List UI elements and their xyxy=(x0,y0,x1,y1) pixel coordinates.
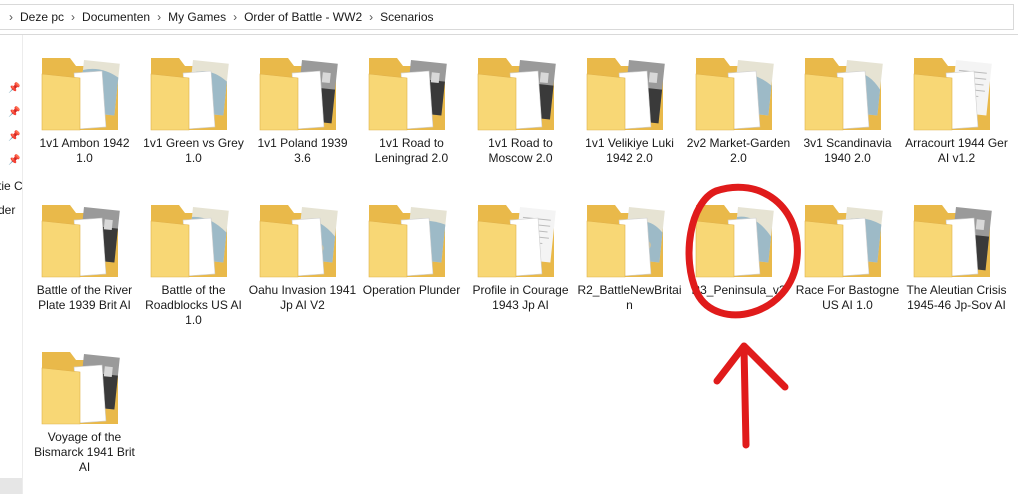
folder-label: The Aleutian Crisis 1945-46 Jp-Sov AI xyxy=(906,283,1007,312)
breadcrumb[interactable]: › Deze pc › Documenten › My Games › Order of Ba… xyxy=(0,4,1014,30)
folder-icon xyxy=(40,199,130,279)
folder-item[interactable]: R2_BattleNewBritain xyxy=(575,187,684,334)
folder-icon xyxy=(476,52,566,132)
navigation-pane: 📌 📌 📌 📌 tie C der xyxy=(0,35,23,494)
pin-icon: 📌 xyxy=(8,131,21,142)
folder-icon xyxy=(694,52,784,132)
folder-item[interactable]: 3v1 Scandinavia 1940 2.0 xyxy=(793,40,902,187)
folder-label: 1v1 Green vs Grey 1.0 xyxy=(143,136,244,165)
folder-icon xyxy=(258,52,348,132)
chevron-right-icon[interactable]: › xyxy=(233,10,237,24)
folder-grid: 1v1 Ambon 1942 1.0 1v1 Green vs Grey 1.0… xyxy=(30,40,1018,494)
pin-icon: 📌 xyxy=(8,155,21,166)
folder-label: 1v1 Poland 1939 3.6 xyxy=(257,136,348,165)
folder-icon xyxy=(585,52,675,132)
folder-icon xyxy=(912,199,1002,279)
folder-label: Oahu Invasion 1941 Jp AI V2 xyxy=(248,283,357,312)
breadcrumb-item[interactable]: Scenarios xyxy=(380,10,433,24)
folder-icon xyxy=(476,199,566,279)
folder-icon xyxy=(149,52,239,132)
folder-item[interactable]: Voyage of the Bismarck 1941 Brit AI xyxy=(30,334,139,481)
folder-label: 3v1 Scandinavia 1940 2.0 xyxy=(803,136,892,165)
breadcrumb-item[interactable]: Order of Battle - WW2 xyxy=(244,10,362,24)
folder-label: 1v1 Ambon 1942 1.0 xyxy=(39,136,130,165)
folder-item[interactable]: 1v1 Poland 1939 3.6 xyxy=(248,40,357,187)
folder-item[interactable]: R3_Peninsula_v2 xyxy=(684,187,793,334)
folder-icon xyxy=(149,199,239,279)
folder-icon xyxy=(40,52,130,132)
breadcrumb-item[interactable]: My Games xyxy=(168,10,226,24)
folder-label: Voyage of the Bismarck 1941 Brit AI xyxy=(34,430,135,474)
folder-item[interactable]: 1v1 Road to Moscow 2.0 xyxy=(466,40,575,187)
folder-label: 1v1 Road to Moscow 2.0 xyxy=(488,136,553,165)
folder-icon xyxy=(912,52,1002,132)
folder-label: Arracourt 1944 Ger AI v1.2 xyxy=(905,136,1008,165)
folder-icon xyxy=(694,199,784,279)
folder-icon xyxy=(40,346,130,426)
chevron-right-icon[interactable]: › xyxy=(9,10,13,24)
breadcrumb-item[interactable]: Documenten xyxy=(82,10,150,24)
folder-label: 1v1 Road to Leningrad 2.0 xyxy=(374,136,449,165)
folder-icon xyxy=(258,199,348,279)
folder-item[interactable]: 2v2 Market-Garden 2.0 xyxy=(684,40,793,187)
folder-label: Profile in Courage 1943 Jp AI xyxy=(472,283,569,312)
folder-item[interactable]: The Aleutian Crisis 1945-46 Jp-Sov AI xyxy=(902,187,1011,334)
folder-icon xyxy=(803,52,893,132)
breadcrumb-item[interactable]: Deze pc xyxy=(20,10,64,24)
folder-label: Race For Bastogne US AI 1.0 xyxy=(795,283,900,312)
chevron-right-icon[interactable]: › xyxy=(157,10,161,24)
folder-item[interactable]: Battle of the River Plate 1939 Brit AI xyxy=(30,187,139,334)
folder-label: Operation Plunder xyxy=(362,283,461,297)
pin-icon: 📌 xyxy=(8,83,21,94)
breadcrumb-items: › Deze pc › Documenten › My Games › Order of Ba… xyxy=(2,10,434,24)
folder-icon xyxy=(367,199,457,279)
folder-item[interactable]: Operation Plunder xyxy=(357,187,466,334)
folder-item[interactable]: Race For Bastogne US AI 1.0 xyxy=(793,187,902,334)
folder-item[interactable]: Battle of the Roadblocks US AI 1.0 xyxy=(139,187,248,334)
folder-icon xyxy=(367,52,457,132)
folder-item[interactable]: Arracourt 1944 Ger AI v1.2 xyxy=(902,40,1011,187)
folder-item[interactable]: 1v1 Velikiye Luki 1942 2.0 xyxy=(575,40,684,187)
folder-item[interactable]: 1v1 Ambon 1942 1.0 xyxy=(30,40,139,187)
chevron-right-icon[interactable]: › xyxy=(369,10,373,24)
nav-item-partial[interactable]: der xyxy=(0,203,15,217)
address-bar: › Deze pc › Documenten › My Games › Order of Ba… xyxy=(0,0,1018,35)
folder-icon xyxy=(585,199,675,279)
folder-item[interactable]: 1v1 Green vs Grey 1.0 xyxy=(139,40,248,187)
folder-item[interactable]: Profile in Courage 1943 Jp AI xyxy=(466,187,575,334)
chevron-right-icon[interactable]: › xyxy=(71,10,75,24)
pin-icon: 📌 xyxy=(8,107,21,118)
folder-label: R2_BattleNewBritain xyxy=(577,283,682,312)
folder-icon xyxy=(803,199,893,279)
folder-label: R3_Peninsula_v2 xyxy=(691,283,786,297)
folder-item[interactable]: 1v1 Road to Leningrad 2.0 xyxy=(357,40,466,187)
folder-label: 1v1 Velikiye Luki 1942 2.0 xyxy=(585,136,674,165)
folder-label: Battle of the Roadblocks US AI 1.0 xyxy=(145,283,242,327)
folder-item[interactable]: Oahu Invasion 1941 Jp AI V2 xyxy=(248,187,357,334)
scrollbar-corner xyxy=(0,478,22,494)
folder-label: 2v2 Market-Garden 2.0 xyxy=(686,136,791,165)
nav-item-partial[interactable]: tie C xyxy=(0,179,22,193)
folder-label: Battle of the River Plate 1939 Brit AI xyxy=(36,283,133,312)
